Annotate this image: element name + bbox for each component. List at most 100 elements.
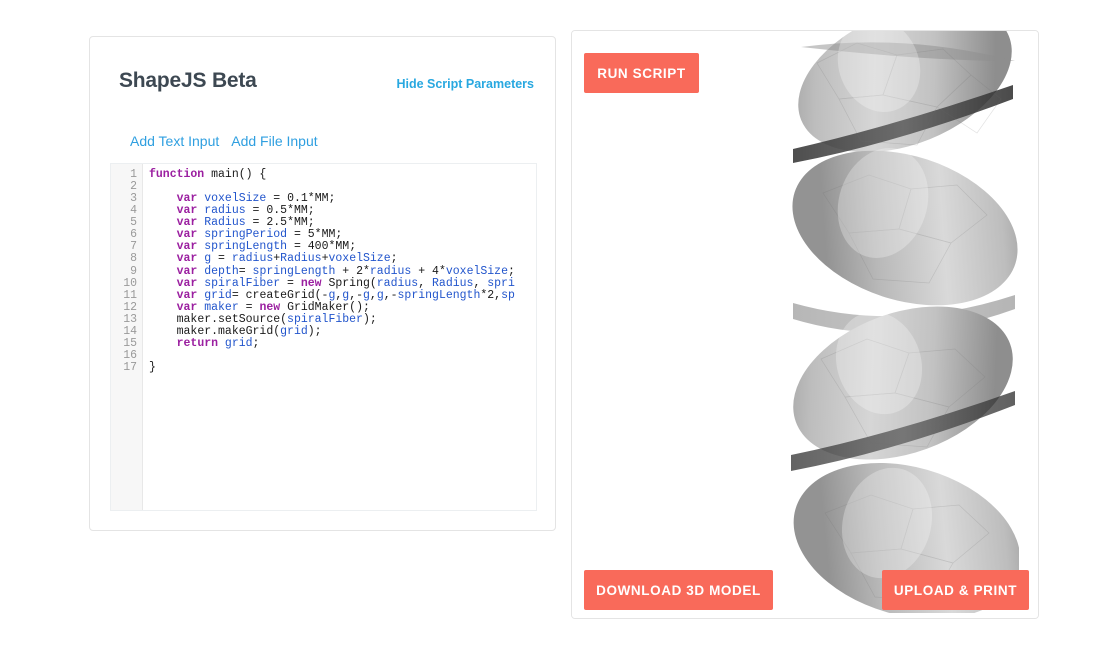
code-token: Radius [432,276,474,290]
code-token: maker [176,324,212,338]
code-editor[interactable]: 1 2 3 4 5 6 7 8 9 10 11 12 13 14 15 16 17 function main(… [110,163,537,511]
code-token: * [287,216,294,230]
code-token: new [300,276,329,290]
code-token: var [176,252,205,266]
code-token: = [245,204,267,218]
code-token: grid [224,336,253,350]
code-token: sp [501,288,515,302]
code-token: g [376,288,384,302]
code-token: 0.5 [266,204,288,218]
code-token: * [314,228,322,242]
code-token: GridMaker(); [287,300,370,314]
code-token: ,- [383,288,398,302]
run-script-button[interactable]: RUN SCRIPT [584,53,699,93]
upload-and-print-button[interactable]: UPLOAD & PRINT [882,570,1029,610]
code-token: ; [252,336,260,350]
code-token: = [238,264,253,278]
line-number: 17 [123,361,137,374]
code-token: var [176,288,205,302]
code-token: radius [231,252,274,266]
code-token: 2.5 [266,216,288,230]
line-number: 11 [123,288,137,302]
hide-script-parameters-link[interactable]: Hide Script Parameters [396,77,534,91]
add-file-input-link[interactable]: Add File Input [231,133,317,149]
code-token: radius [376,276,419,290]
code-token: * [438,264,446,278]
code-token: = [238,300,260,314]
code-token: * [363,264,370,278]
code-token: = [287,240,308,254]
code-token: + [411,264,433,278]
line-number: 10 [123,276,137,290]
code-token: ; [390,252,398,266]
code-token: , [473,276,488,290]
code-token: var [176,216,205,230]
helix-render-svg [791,31,1019,613]
line-number: 4 [130,204,137,218]
code-token: 4 [432,264,439,278]
code-token: maker [204,300,239,314]
code-line: return grid; [149,336,536,350]
line-number: 1 [130,168,137,181]
input-links-row: Add Text Input Add File Input [130,133,318,149]
code-token: voxelSize [328,252,391,266]
model-viewer-card: RUN SCRIPT DOWNLOAD 3D MODEL UPLOAD & PR… [571,30,1039,619]
code-token: Spring( [328,276,377,290]
3d-viewport[interactable] [572,31,1038,618]
code-token: = [287,228,308,242]
code-token: 0.1 [287,192,308,206]
code-token: voxelSize [445,264,508,278]
code-token: radius [204,204,246,218]
code-token: var [176,192,205,206]
code-token: .makeGrid( [211,324,281,338]
code-token: Radius [204,216,246,230]
code-token: = [280,276,301,290]
code-token: } [149,361,156,374]
code-token: Radius [280,252,322,266]
3d-model-helix[interactable] [787,31,1019,613]
line-number: 8 [130,252,137,266]
download-3d-model-button[interactable]: DOWNLOAD 3D MODEL [584,570,773,610]
line-number-gutter: 1 2 3 4 5 6 7 8 9 10 11 12 13 14 15 16 17 [111,164,143,510]
code-token: ; [335,228,343,242]
code-token: ; [349,240,357,254]
code-token: var [176,276,205,290]
code-token: springLength [252,264,336,278]
code-token: 400 [307,240,329,254]
code-token: ; [507,264,515,278]
code-token: ); [307,324,322,338]
code-line: } [149,361,536,374]
code-token: * [287,204,294,218]
line-number: 12 [123,300,137,314]
code-token: MM [335,240,350,254]
line-number: 6 [130,228,137,242]
script-editor-card: ShapeJS Beta Hide Script Parameters Add … [89,36,556,531]
page-title: ShapeJS Beta [119,69,257,92]
code-token: , [369,288,377,302]
code-token: radius [369,264,412,278]
code-token: main() { [211,168,267,181]
line-number: 2 [130,180,137,194]
code-token: MM [314,192,329,206]
code-token: ; [307,216,315,230]
code-token: 2 [356,264,363,278]
code-token: = [211,252,232,266]
code-token: grid [204,288,232,302]
code-token: ; [307,204,315,218]
code-token: voxelSize [204,192,267,206]
code-token: spiralFiber [204,276,281,290]
add-text-input-link[interactable]: Add Text Input [130,133,219,149]
code-text-area[interactable]: function main() { var voxelSize = 0.1*MM… [143,164,536,510]
code-token: + [335,264,357,278]
code-token: depth [204,264,239,278]
code-token: MM [321,228,336,242]
